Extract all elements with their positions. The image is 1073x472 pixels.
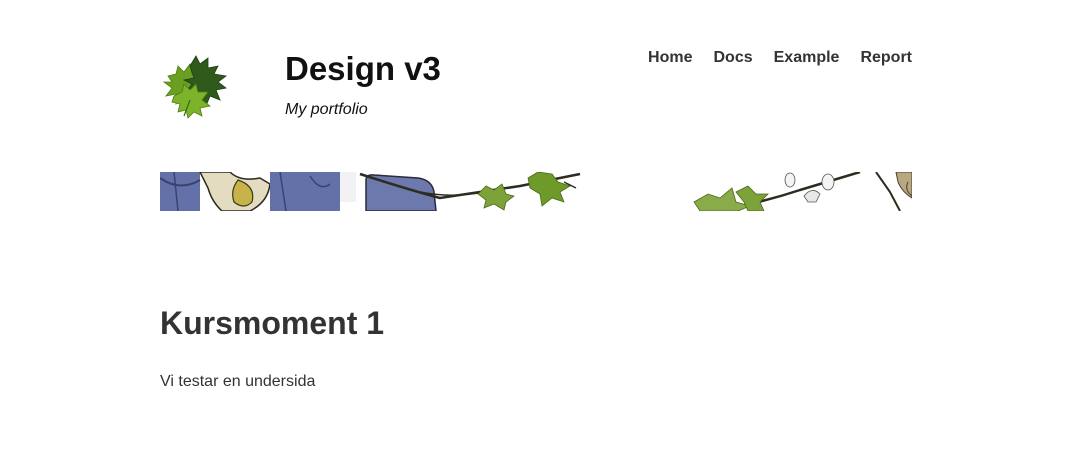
maple-leaf-icon (162, 55, 227, 119)
nav-link-home[interactable]: Home (648, 48, 692, 68)
navbar: Home Docs Example Report (648, 48, 912, 68)
site-logo-link[interactable] (160, 52, 240, 120)
banner-image (160, 172, 912, 211)
nav-link-docs[interactable]: Docs (714, 48, 753, 68)
banner-illustration (160, 172, 912, 211)
page-text: Vi testar en undersida (160, 373, 316, 390)
nav-link-example[interactable]: Example (774, 48, 840, 68)
page-heading: Kursmoment 1 (160, 305, 385, 341)
site-slogan: My portfolio (285, 101, 368, 118)
site-title: Design v3 (285, 50, 441, 87)
page: Design v3 My portfolio Home Docs Example… (0, 0, 1073, 472)
nav-link-report[interactable]: Report (860, 48, 912, 68)
